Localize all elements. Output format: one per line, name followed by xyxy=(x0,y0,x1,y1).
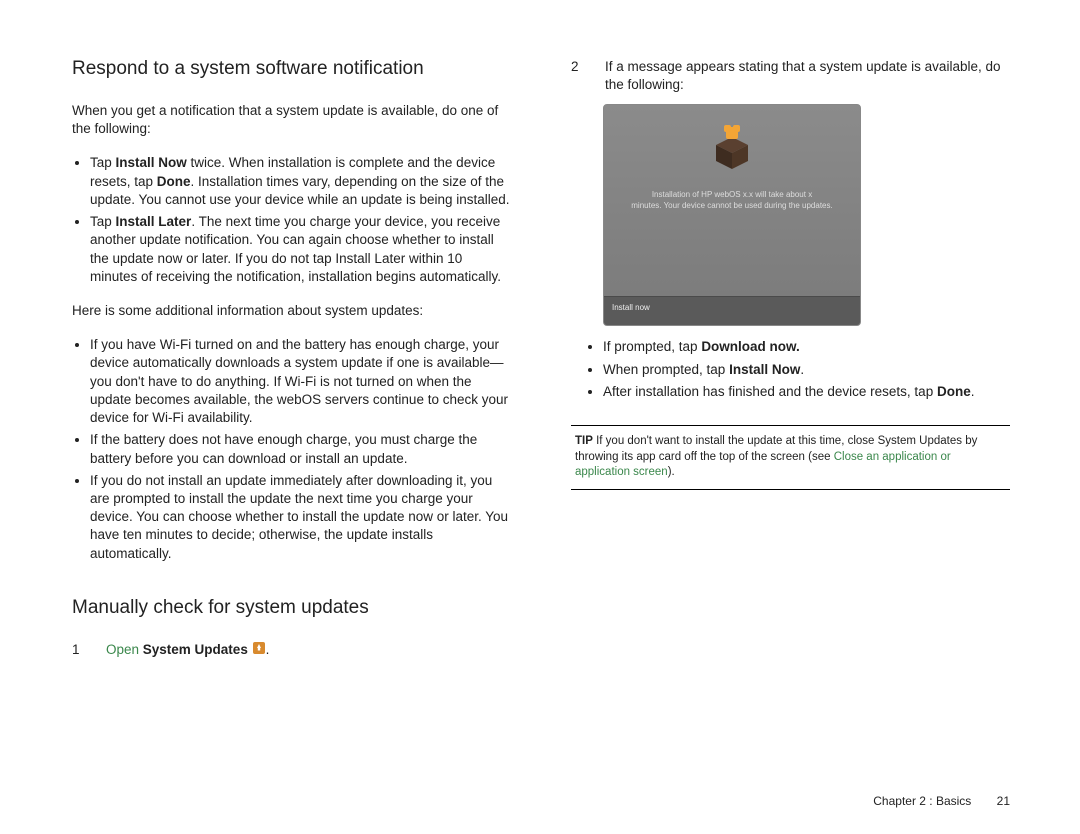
bold: Install Later xyxy=(116,214,192,229)
list-item: If prompted, tap Download now. xyxy=(603,338,1010,356)
screenshot-install-button: Install now xyxy=(604,296,860,325)
list-item: If you have Wi-Fi turned on and the batt… xyxy=(90,336,511,427)
heading-respond: Respond to a system software notificatio… xyxy=(72,58,511,80)
step-text: If a message appears stating that a syst… xyxy=(605,58,1010,94)
text: . xyxy=(800,362,804,377)
text: Installation of HP webOS x.x will take a… xyxy=(652,190,812,199)
text: When prompted, tap xyxy=(603,362,729,377)
text: If prompted, tap xyxy=(603,339,701,354)
device-screenshot: Installation of HP webOS x.x will take a… xyxy=(603,104,861,326)
bullet-install-now: Tap Install Now twice. When installation… xyxy=(90,154,511,209)
step-2: 2 If a message appears stating that a sy… xyxy=(571,58,1010,94)
text: Tap xyxy=(90,214,116,229)
system-updates-icon xyxy=(252,641,266,660)
text: Tap xyxy=(90,155,116,170)
tip-box: TIP If you don't want to install the upd… xyxy=(571,425,1010,490)
text: . xyxy=(266,642,270,657)
step-text: Open System Updates . xyxy=(106,641,511,660)
info-bullets: If you have Wi-Fi turned on and the batt… xyxy=(72,336,511,563)
bold: Download now. xyxy=(701,339,800,354)
intro-paragraph: When you get a notification that a syste… xyxy=(72,102,511,138)
bold: System Updates xyxy=(143,642,252,657)
list-item: If you do not install an update immediat… xyxy=(90,472,511,563)
bullet-install-later: Tap Install Later. The next time you cha… xyxy=(90,213,511,286)
text: minutes. Your device cannot be used duri… xyxy=(631,201,832,210)
list-item: When prompted, tap Install Now. xyxy=(603,361,1010,379)
heading-manual-check: Manually check for system updates xyxy=(72,597,511,619)
step-1: 1 Open System Updates . xyxy=(72,641,511,660)
footer-chapter: Chapter 2 : Basics xyxy=(873,794,971,808)
step-number: 1 xyxy=(72,641,84,660)
text: . xyxy=(971,384,975,399)
bold: Done xyxy=(157,174,191,189)
step2-sub-bullets: If prompted, tap Download now. When prom… xyxy=(585,338,1010,401)
bold: Done xyxy=(937,384,971,399)
left-column: Respond to a system software notificatio… xyxy=(72,58,511,834)
text: After installation has finished and the … xyxy=(603,384,937,399)
tip-after: ). xyxy=(668,466,675,478)
list-item: After installation has finished and the … xyxy=(603,383,1010,401)
bold: Install Now xyxy=(729,362,800,377)
page: Respond to a system software notificatio… xyxy=(0,0,1080,834)
footer-page-number: 21 xyxy=(997,794,1010,808)
screenshot-message: Installation of HP webOS x.x will take a… xyxy=(604,190,860,211)
gift-icon xyxy=(704,123,760,184)
additional-intro: Here is some additional information abou… xyxy=(72,302,511,320)
bold: Install Now xyxy=(116,155,187,170)
step-number: 2 xyxy=(571,58,583,94)
list-item: If the battery does not have enough char… xyxy=(90,431,511,467)
action-bullets: Tap Install Now twice. When installation… xyxy=(72,154,511,286)
right-column: 2 If a message appears stating that a sy… xyxy=(571,58,1010,834)
page-footer: Chapter 2 : Basics 21 xyxy=(873,794,1010,808)
open-link[interactable]: Open xyxy=(106,642,143,657)
tip-label: TIP xyxy=(575,435,593,447)
